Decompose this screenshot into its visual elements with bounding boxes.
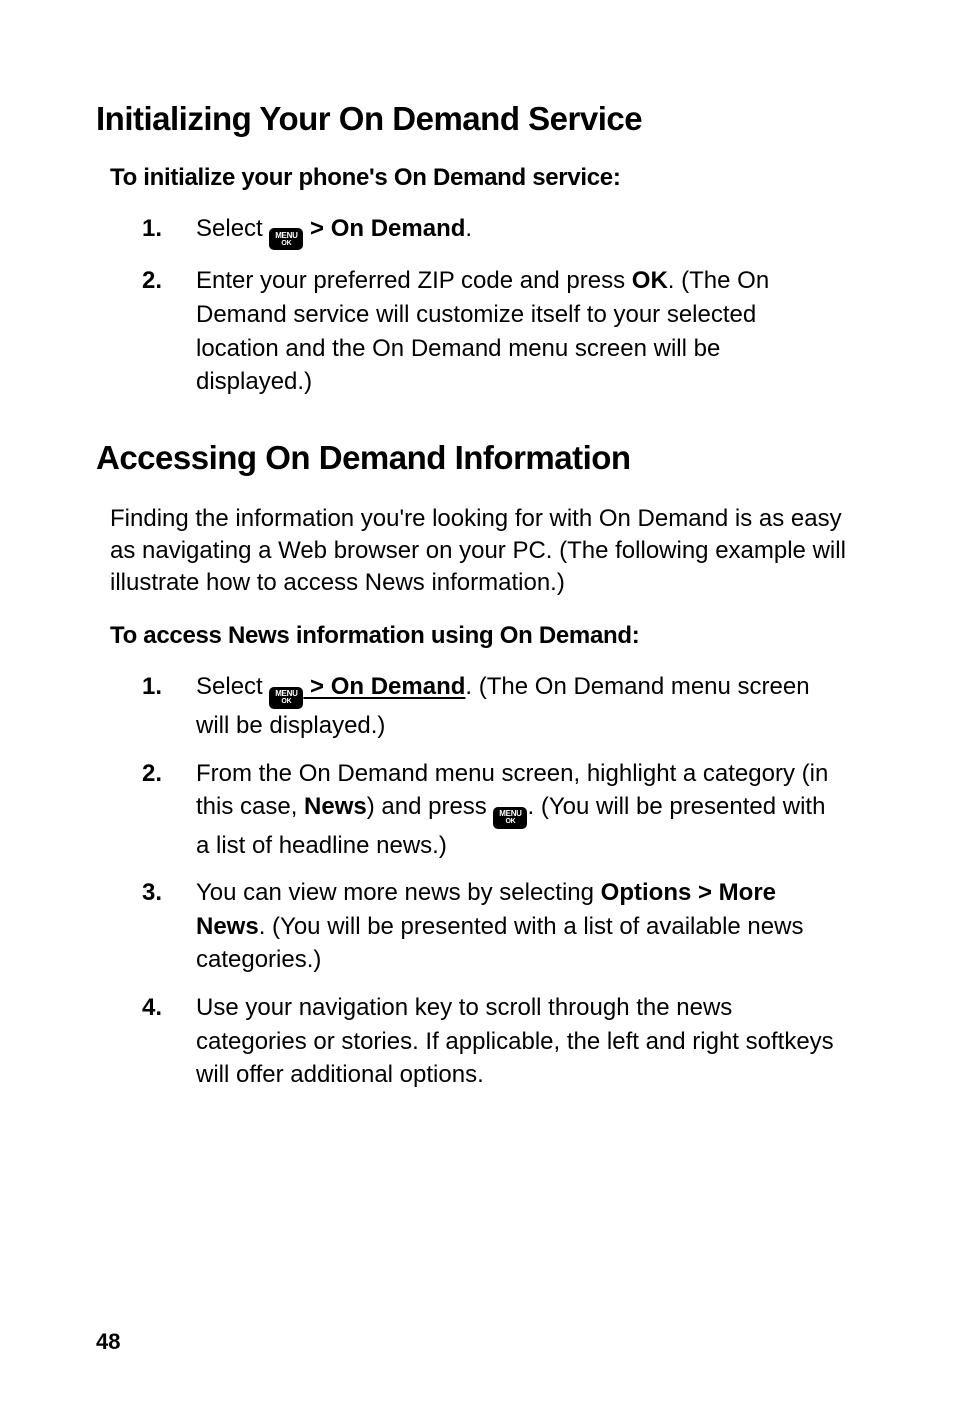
step-text: Enter your preferred ZIP code and press (196, 267, 632, 294)
step-3: You can view more news by selecting Opti… (142, 876, 834, 977)
step-2: Enter your preferred ZIP code and press … (142, 264, 834, 398)
step-text: You can view more news by selecting (196, 879, 601, 906)
heading-accessing: Accessing On Demand Information (96, 439, 874, 477)
subhead-access-news: To access News information using On Dema… (110, 622, 874, 650)
heading-initializing: Initializing Your On Demand Service (96, 100, 874, 138)
step-tail: . (465, 215, 472, 242)
step-text: Select (196, 673, 269, 700)
page-number: 48 (96, 1329, 120, 1355)
steps-initialize: Select MENUOK > On Demand. Enter your pr… (142, 212, 834, 399)
body-accessing: Finding the information you're looking f… (110, 503, 862, 599)
menu-ok-icon: MENUOK (269, 228, 303, 250)
step-text: Use your navigation key to scroll throug… (196, 994, 834, 1088)
step-1: Select MENUOK > On Demand. (142, 212, 834, 251)
subhead-initialize: To initialize your phone's On Demand ser… (110, 164, 874, 192)
page-content: Initializing Your On Demand Service To i… (0, 0, 954, 1092)
step-bold-underline: > On Demand (303, 673, 465, 700)
step-bold: > On Demand (303, 215, 465, 242)
steps-access: Select MENUOK > On Demand. (The On Deman… (142, 670, 834, 1091)
step-bold: OK (632, 267, 668, 294)
step-2: From the On Demand menu screen, highligh… (142, 757, 834, 863)
menu-ok-icon: MENUOK (269, 687, 303, 709)
step-bold: News (304, 793, 367, 820)
step-mid: ) and press (367, 793, 494, 820)
step-tail: . (You will be presented with a list of … (196, 913, 803, 974)
menu-ok-icon: MENUOK (493, 807, 527, 829)
step-4: Use your navigation key to scroll throug… (142, 991, 834, 1092)
step-text: Select (196, 215, 269, 242)
step-1: Select MENUOK > On Demand. (The On Deman… (142, 670, 834, 742)
